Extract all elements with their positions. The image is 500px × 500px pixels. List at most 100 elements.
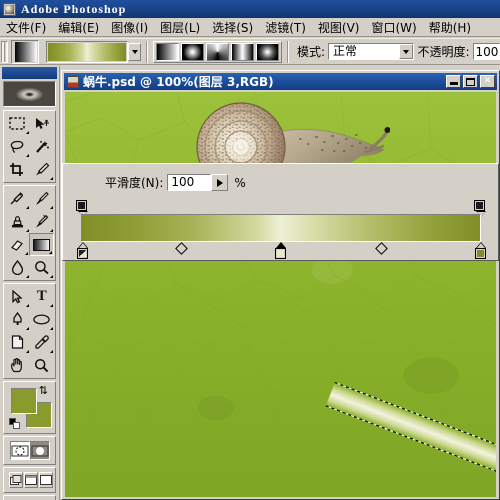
move-tool[interactable] (30, 112, 55, 135)
menu-file[interactable]: 文件(F) (0, 18, 52, 37)
paintbrush-icon (36, 191, 50, 205)
toolbox: T ⇅ (0, 66, 60, 500)
gradient-bar[interactable] (81, 214, 481, 242)
quickmask-icon (31, 445, 49, 456)
smoothness-input[interactable]: 100 (167, 174, 212, 191)
smoothness-row: 平滑度(N): 100 % (105, 174, 246, 191)
menu-window[interactable]: 窗口(W) (365, 18, 422, 37)
ellipse-shape-tool[interactable] (30, 308, 55, 331)
type-icon: T (36, 288, 47, 304)
crop-tool[interactable] (5, 158, 30, 181)
gradient-picker[interactable] (46, 40, 141, 63)
gradient-type-group (153, 40, 282, 63)
menu-edit[interactable]: 编辑(E) (52, 18, 105, 37)
tool-expand-corner (50, 275, 53, 278)
gradient-preview-swatch[interactable] (46, 40, 128, 63)
tool-expand-corner (25, 131, 29, 134)
color-stop-right[interactable] (474, 242, 487, 260)
blend-mode-dropdown-button[interactable] (399, 44, 414, 59)
color-stop-left[interactable] (76, 242, 89, 260)
gradient-tool[interactable] (29, 233, 54, 256)
eraser-tool[interactable] (5, 233, 29, 256)
quickmask-mode-button[interactable] (30, 441, 50, 460)
tool-expand-corner (25, 304, 29, 307)
reflected-gradient-type[interactable] (231, 42, 254, 61)
default-colors-icon[interactable] (9, 418, 21, 430)
blend-mode-select[interactable]: 正常 (328, 43, 415, 60)
slice-tool[interactable] (30, 158, 55, 181)
full-screen-mode[interactable] (39, 472, 53, 488)
jump-to-group (3, 495, 56, 500)
ellipse-icon (33, 314, 50, 325)
full-screen-with-menubar[interactable] (24, 472, 38, 488)
color-stop-right-swatch (475, 248, 486, 259)
notes-tool[interactable] (5, 331, 30, 354)
eyedropper-tool[interactable] (30, 331, 55, 354)
magic-wand-tool[interactable] (30, 135, 55, 158)
midpoint-lower-right[interactable] (375, 242, 388, 255)
path-arrow-icon (12, 289, 23, 303)
gradient-picker-dropdown-button[interactable] (128, 42, 141, 61)
path-selection-tool[interactable] (5, 285, 30, 308)
blur-tool[interactable] (5, 256, 30, 279)
standard-screen-mode[interactable] (9, 472, 23, 488)
dodge-tool[interactable] (30, 256, 55, 279)
menu-help[interactable]: 帮助(H) (423, 18, 477, 37)
radial-gradient-type[interactable] (181, 42, 204, 61)
menu-layer[interactable]: 图层(L) (154, 18, 206, 37)
linear-gradient-type[interactable] (156, 42, 179, 61)
angle-gradient-type[interactable] (206, 42, 229, 61)
fullscreen-icon (40, 475, 52, 485)
healing-brush-icon (10, 192, 24, 205)
pen-tool[interactable] (5, 308, 30, 331)
tool-expand-corner (25, 275, 29, 278)
menu-view[interactable]: 视图(V) (312, 18, 366, 37)
options-separator-1 (146, 40, 148, 63)
hand-icon (10, 358, 22, 373)
clone-stamp-tool[interactable] (5, 210, 30, 233)
toolbox-titlebar[interactable] (2, 67, 57, 79)
type-tool[interactable]: T (30, 285, 55, 308)
minimize-button[interactable] (446, 75, 461, 88)
tool-expand-corner (25, 229, 29, 232)
close-button[interactable]: ✕ (480, 75, 495, 88)
hand-tool[interactable] (5, 354, 30, 377)
maximize-button[interactable] (463, 75, 478, 88)
options-bar-grip[interactable] (1, 40, 8, 63)
lasso-tool[interactable] (5, 135, 30, 158)
lasso-icon (10, 140, 24, 153)
history-brush-icon (36, 214, 49, 228)
swap-colors-icon[interactable]: ⇅ (39, 386, 48, 397)
image-canvas[interactable] (65, 92, 496, 497)
gradient-bar-area (71, 200, 491, 259)
healing-brush-tool[interactable] (5, 187, 30, 210)
zoom-tool[interactable] (30, 354, 55, 377)
smoothness-stepper-button[interactable] (211, 174, 229, 191)
color-swatch-group: ⇅ (3, 381, 56, 434)
chevron-down-icon (131, 49, 138, 54)
magic-wand-icon (35, 140, 49, 153)
diamond-gradient-type[interactable] (256, 42, 279, 61)
midpoint-lower-left[interactable] (175, 242, 188, 255)
brush-tool[interactable] (30, 187, 55, 210)
slice-knife-icon (35, 162, 50, 176)
opacity-label: 不透明度: (417, 45, 470, 59)
opacity-input[interactable]: 100 (472, 43, 500, 60)
blend-mode-label: 模式: (297, 45, 326, 59)
document-title: 蜗牛.psd @ 100%(图层 3,RGB) (83, 75, 274, 89)
rectangular-marquee-tool[interactable] (5, 112, 30, 135)
toolbox-banner-image (3, 81, 56, 107)
foreground-color-swatch[interactable] (11, 388, 37, 414)
pen-icon (13, 312, 22, 325)
maximize-icon (466, 78, 475, 86)
menu-filter[interactable]: 滤镜(T) (259, 18, 312, 37)
document-titlebar[interactable]: 蜗牛.psd @ 100%(图层 3,RGB) ✕ (64, 73, 497, 90)
active-tool-preset-icon[interactable] (11, 39, 39, 64)
color-stop-middle[interactable] (274, 242, 287, 260)
menu-image[interactable]: 图像(I) (105, 18, 154, 37)
history-brush-tool[interactable] (30, 210, 55, 233)
menu-select[interactable]: 选择(S) (206, 18, 259, 37)
standard-mode-button[interactable] (10, 441, 30, 460)
tool-expand-corner (50, 304, 53, 307)
app-titlebar: Adobe Photoshop (0, 0, 500, 18)
